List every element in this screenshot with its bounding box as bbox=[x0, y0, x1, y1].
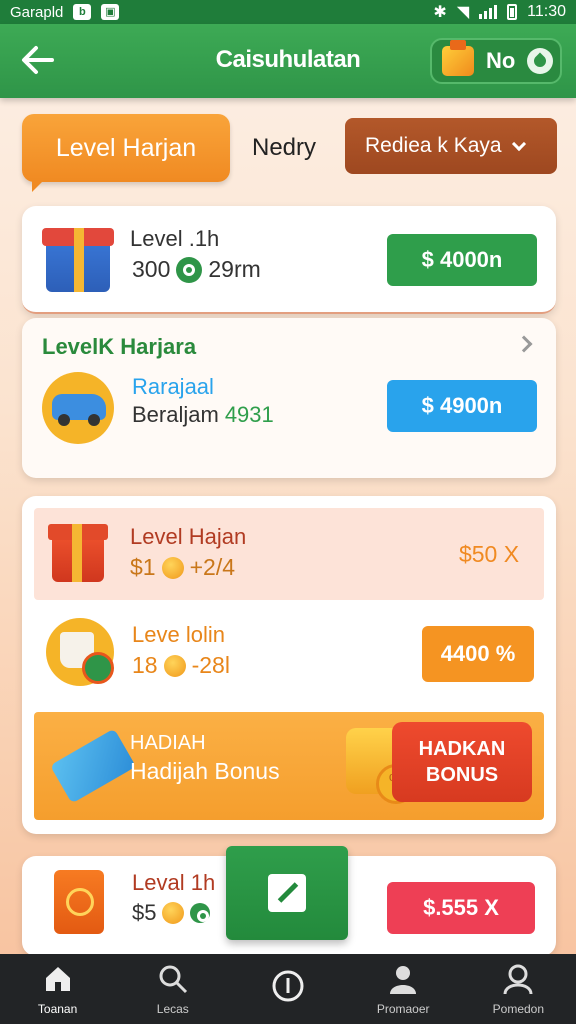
item-subtitle: Beraljam 4931 bbox=[132, 402, 274, 428]
status-bar: Garapld b ▣ ✱ ◥ 11:30 bbox=[0, 0, 576, 24]
bonus-title: HADIAH bbox=[130, 732, 206, 754]
nav-label: Toanan bbox=[37, 1002, 78, 1016]
price-button[interactable]: 4400 % bbox=[422, 626, 534, 682]
item-value: $5 bbox=[132, 900, 157, 925]
item-value: -28l bbox=[191, 652, 230, 678]
bonus-badge-line: BONUS bbox=[425, 764, 499, 786]
leaf-icon bbox=[527, 48, 554, 74]
wifi-icon: ◥ bbox=[456, 4, 470, 21]
orange-box-icon bbox=[54, 870, 104, 934]
search-icon bbox=[159, 965, 187, 994]
nav-item-home[interactable]: Toanan bbox=[3, 962, 113, 1016]
app-notification-icon: ▣ bbox=[101, 4, 120, 20]
item-title: Leval 1h bbox=[132, 870, 216, 895]
coin-icon bbox=[162, 902, 185, 924]
cup-reward-icon bbox=[46, 618, 114, 686]
bluetooth-icon: ✱ bbox=[433, 4, 447, 21]
carrier-label: Garapld bbox=[10, 3, 64, 21]
clock-icon bbox=[190, 903, 211, 923]
clock: 11:30 bbox=[527, 3, 566, 20]
signal-icon bbox=[479, 5, 498, 19]
bonus-banner[interactable]: HADIAH Hadijah Bonus HADKAN BONUS bbox=[34, 712, 544, 820]
filter-label[interactable]: Nedry bbox=[252, 134, 316, 162]
gold-chest-icon bbox=[442, 40, 474, 76]
item-subtitle: $5 bbox=[132, 900, 211, 926]
pill-label: No bbox=[486, 48, 516, 73]
nav-label: Lecas bbox=[156, 1002, 189, 1016]
item-value: 29rm bbox=[208, 256, 261, 282]
chevron-right-icon[interactable] bbox=[515, 335, 533, 353]
item-value: 4931 bbox=[224, 402, 274, 427]
gift-box-icon bbox=[42, 228, 114, 292]
item-subtitle: 18 -28l bbox=[132, 652, 230, 679]
item-value: Beraljam bbox=[132, 402, 219, 427]
nav-item-profile[interactable]: Promaoer bbox=[348, 962, 458, 1016]
item-value: 18 bbox=[132, 652, 158, 678]
notification-icon: b bbox=[73, 4, 92, 20]
profile-icon bbox=[390, 966, 417, 994]
item-value: +2/4 bbox=[189, 554, 235, 580]
floating-action-button[interactable] bbox=[226, 846, 348, 940]
nav-item-user[interactable]: Pomedon bbox=[463, 962, 573, 1016]
price-label[interactable]: $50 X bbox=[434, 530, 544, 578]
coin-icon bbox=[161, 556, 184, 579]
dropdown-value: Rediea k Kaya bbox=[365, 134, 502, 157]
battery-icon bbox=[507, 4, 518, 20]
list-group: Level Hajan $1 +2/4 $50 X Leve lolin 18 … bbox=[22, 496, 556, 834]
price-button[interactable]: $ 4000n bbox=[387, 234, 537, 286]
coins-pill-button[interactable]: No bbox=[430, 38, 562, 84]
item-subtitle: $1 +2/4 bbox=[130, 554, 235, 581]
filter-dropdown[interactable]: Rediea k Kaya bbox=[345, 118, 557, 174]
item-title: Level .1h bbox=[130, 226, 220, 251]
edit-arrow-icon bbox=[268, 874, 306, 912]
item-title: Leve lolin bbox=[132, 622, 225, 647]
nav-item-info[interactable] bbox=[233, 969, 343, 1009]
section-title: LevelK Harjara bbox=[42, 334, 197, 359]
item-subtitle: 300 29rm bbox=[132, 256, 261, 283]
list-item[interactable]: LevelK Harjara Rarajaal Beraljam 4931 $ … bbox=[22, 318, 556, 478]
nav-item-search[interactable]: Lecas bbox=[118, 962, 228, 1016]
level-tab[interactable]: Level Harjan bbox=[22, 114, 230, 192]
bottom-navigation: Toanan Lecas Promaoer Pomedon bbox=[0, 954, 576, 1024]
app-header: Caisuhulatan No bbox=[0, 24, 576, 98]
bonus-subtitle: Hadijah Bonus bbox=[130, 758, 280, 784]
nav-label: Pomedon bbox=[492, 1002, 545, 1016]
info-icon bbox=[272, 970, 304, 1002]
ticket-icon bbox=[49, 728, 137, 804]
user-icon bbox=[503, 964, 533, 995]
list-item[interactable]: Level Hajan $1 +2/4 $50 X bbox=[34, 508, 544, 600]
green-coin-icon bbox=[176, 256, 203, 283]
item-title: Level Hajan bbox=[130, 524, 247, 549]
item-value: 300 bbox=[132, 256, 171, 282]
bonus-button[interactable]: HADKAN BONUS bbox=[392, 722, 532, 802]
item-value: $1 bbox=[130, 554, 156, 580]
chevron-down-icon bbox=[511, 136, 526, 151]
list-item[interactable]: Level .1h 300 29rm $ 4000n bbox=[22, 206, 556, 314]
car-icon bbox=[42, 372, 114, 444]
price-button[interactable]: $.555 X bbox=[387, 882, 535, 934]
item-title: Rarajaal bbox=[132, 374, 214, 399]
red-gift-icon bbox=[48, 524, 108, 582]
bonus-badge-line: HADKAN bbox=[418, 738, 506, 760]
coin-icon bbox=[163, 654, 186, 677]
home-icon bbox=[45, 967, 70, 991]
nav-label: Promaoer bbox=[376, 1002, 430, 1016]
price-button[interactable]: $ 4900n bbox=[387, 380, 537, 432]
